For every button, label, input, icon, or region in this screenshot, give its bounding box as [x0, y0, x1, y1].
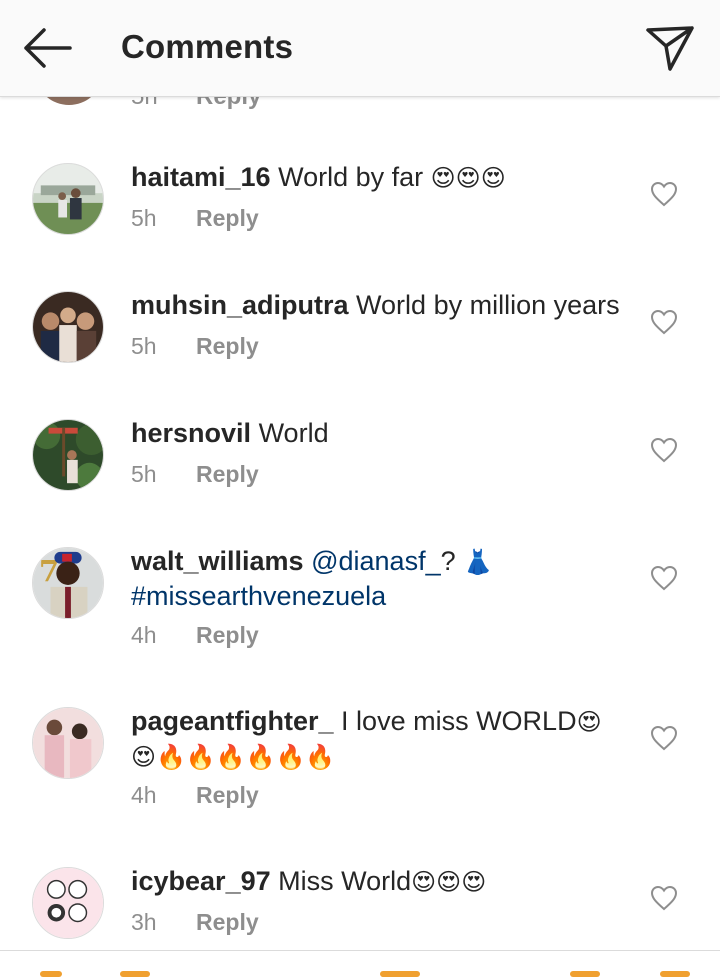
heart-icon[interactable] — [650, 885, 678, 911]
emoji-heart-eyes: 😍😍😍 — [430, 164, 506, 192]
emoji-fragment[interactable] — [380, 971, 420, 977]
reply-button[interactable]: Reply — [196, 461, 259, 487]
comment-username[interactable]: muhsin_adiputra — [131, 290, 349, 320]
comment-text: icybear_97 Miss World😍😍😍 — [131, 864, 631, 899]
comment-meta: 5h Reply — [131, 205, 259, 232]
heart-icon[interactable] — [650, 309, 678, 335]
avatar[interactable] — [32, 867, 104, 939]
heart-icon[interactable] — [650, 725, 678, 751]
mention-link[interactable]: @dianasf_ — [311, 546, 441, 576]
emoji-fragment[interactable] — [660, 971, 690, 977]
comment-username[interactable]: walt_williams — [131, 546, 304, 576]
paper-plane-icon — [646, 26, 694, 71]
emoji-fire-sequence: 😍🔥🔥🔥🔥🔥🔥 — [131, 743, 336, 771]
reply-button[interactable]: Reply — [196, 909, 259, 935]
heart-icon[interactable] — [650, 437, 678, 463]
back-button[interactable] — [20, 25, 74, 71]
reply-button[interactable]: Reply — [196, 97, 261, 111]
comment-time: 5h — [131, 461, 157, 487]
avatar[interactable] — [32, 163, 104, 235]
reply-button[interactable]: Reply — [196, 622, 259, 648]
comment-body: Miss World — [278, 866, 412, 896]
comment-body: World by million years — [356, 290, 620, 320]
comment-meta: 5h Reply — [131, 461, 259, 488]
comment-text: pageantfighter_ I love miss WORLD😍 😍🔥🔥🔥🔥… — [131, 704, 631, 774]
comment-time: 3h — [131, 909, 157, 935]
comment-meta: 4h Reply — [131, 622, 259, 649]
comment-meta: 4h Reply — [131, 782, 259, 809]
comment-username[interactable]: haitami_16 — [131, 162, 271, 192]
heart-icon[interactable] — [650, 565, 678, 591]
avatar[interactable] — [32, 707, 104, 779]
emoji-fragment[interactable] — [40, 971, 62, 977]
comment-time: 5h — [131, 333, 157, 359]
comment-text: muhsin_adiputra World by million years — [131, 288, 631, 322]
emoji-heart-eyes: 😍😍😍 — [411, 868, 487, 896]
emoji-fragment[interactable] — [120, 971, 150, 977]
hashtag-link[interactable]: #missearthvenezuela — [131, 581, 386, 611]
reply-button[interactable]: Reply — [196, 205, 259, 231]
comment-username[interactable]: icybear_97 — [131, 866, 271, 896]
emoji-fragment[interactable] — [570, 971, 600, 977]
avatar[interactable]: 7 — [32, 547, 104, 619]
emoji-dress: 👗 — [463, 548, 494, 576]
comment-time: 5h — [131, 97, 158, 111]
comment-meta: 3h Reply — [131, 909, 259, 936]
page-title: Comments — [121, 28, 294, 65]
comment-time: 5h — [131, 205, 157, 231]
avatar[interactable] — [32, 419, 104, 491]
comment-text: walt_williams @dianasf_? 👗 #missearthven… — [131, 544, 631, 613]
comment-text: hersnovil World — [131, 416, 631, 450]
comment-meta: 5h Reply — [131, 333, 259, 360]
comment-body: World by far — [278, 162, 424, 192]
arrow-left-icon — [24, 28, 72, 68]
top-app-bar: Comments — [0, 0, 720, 97]
comment-time: 4h — [131, 622, 157, 648]
comment-time: 4h — [131, 782, 157, 808]
previous-comment-fragment: 5h Reply — [0, 97, 720, 111]
avatar[interactable] — [37, 97, 101, 105]
comment-username[interactable]: pageantfighter_ — [131, 706, 334, 736]
comment-text: haitami_16 World by far 😍😍😍 — [131, 160, 631, 195]
emoji-quick-bar-fragment — [0, 951, 720, 977]
share-button[interactable] — [644, 24, 696, 72]
comment-body: I love miss WORLD — [341, 706, 577, 736]
emoji-heart-eyes: 😍 — [576, 708, 602, 736]
reply-button[interactable]: Reply — [196, 333, 259, 359]
avatar[interactable] — [32, 291, 104, 363]
reply-button[interactable]: Reply — [196, 782, 259, 808]
comment-body: ? — [440, 546, 456, 576]
comment-username[interactable]: hersnovil — [131, 418, 251, 448]
heart-icon[interactable] — [650, 181, 678, 207]
comment-body: World — [258, 418, 329, 448]
